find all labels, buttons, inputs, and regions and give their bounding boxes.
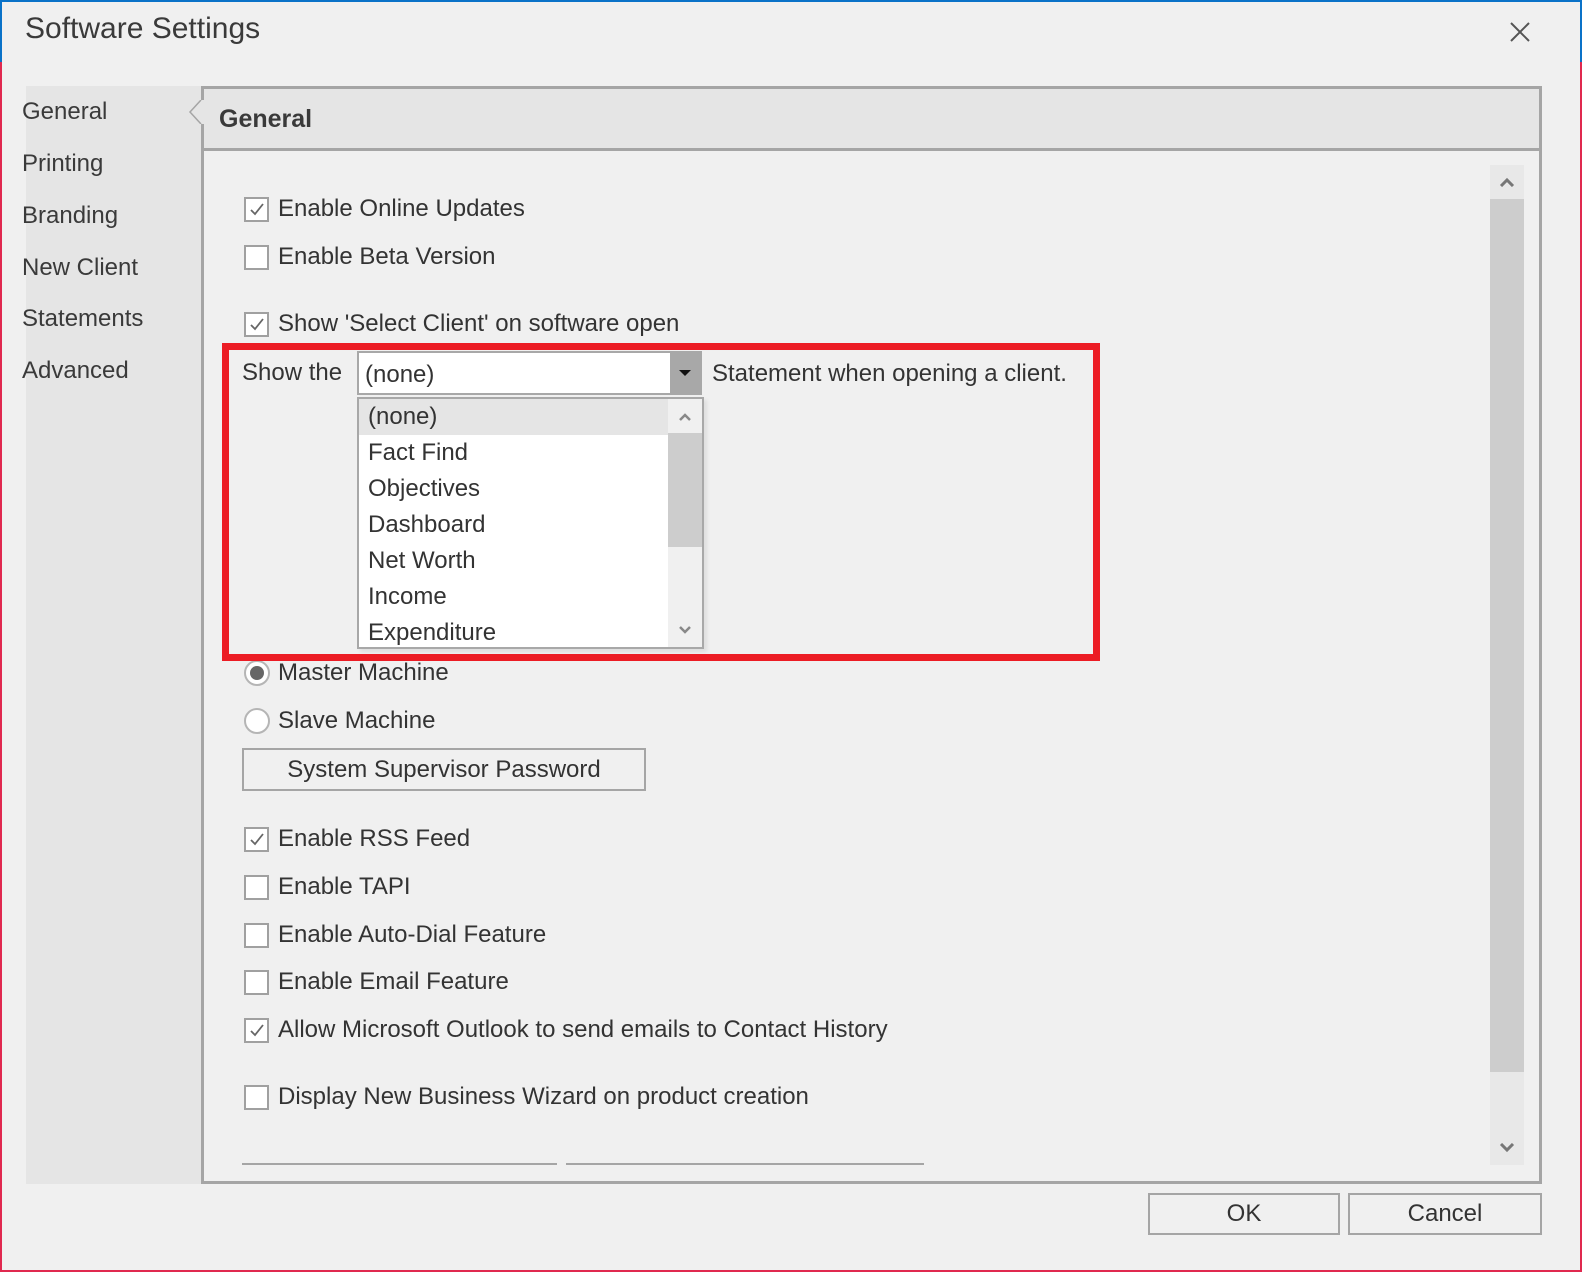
divider-line [242, 1163, 557, 1165]
master-machine-radio[interactable] [244, 660, 270, 686]
online-updates-label: Enable Online Updates [278, 195, 525, 222]
radio-selected-dot [250, 666, 264, 680]
online-updates-option[interactable]: Enable Online Updates [244, 195, 525, 223]
divider-line [566, 1163, 924, 1165]
sidebar-item-printing[interactable]: Printing [22, 150, 103, 178]
outlook-contact-history-option[interactable]: Allow Microsoft Outlook to send emails t… [244, 1016, 888, 1044]
dropdown-scroll-up-button[interactable] [668, 399, 702, 433]
rss-feed-option[interactable]: Enable RSS Feed [244, 825, 470, 853]
software-settings-dialog: Software Settings General Printing Brand… [0, 0, 1582, 1272]
window-border-top [0, 0, 1582, 2]
sidebar-item-new-client[interactable]: New Client [22, 254, 138, 282]
new-business-wizard-checkbox[interactable] [244, 1084, 269, 1110]
dropdown-option-objectives[interactable]: Objectives [359, 471, 670, 507]
window-border-left [0, 62, 2, 1272]
panel-title: General [219, 105, 313, 133]
close-button[interactable] [1500, 12, 1540, 52]
chevron-up-icon [679, 412, 691, 421]
slave-machine-radio[interactable] [244, 708, 270, 734]
scroll-thumb[interactable] [1490, 199, 1524, 1072]
sidebar-item-advanced[interactable]: Advanced [22, 357, 129, 385]
select-client-option[interactable]: Show 'Select Client' on software open [244, 310, 679, 338]
checkmark-icon [249, 1024, 264, 1037]
beta-version-label: Enable Beta Version [278, 243, 496, 270]
new-business-wizard-option[interactable]: Display New Business Wizard on product c… [244, 1083, 809, 1111]
sidebar-item-statements[interactable]: Statements [22, 305, 143, 333]
dropdown-option-dashboard[interactable]: Dashboard [359, 507, 670, 543]
new-business-wizard-label: Display New Business Wizard on product c… [278, 1083, 809, 1110]
dropdown-scrollbar[interactable] [668, 399, 702, 647]
scroll-up-button[interactable] [1490, 165, 1524, 199]
dropdown-option-none[interactable]: (none) [359, 399, 670, 435]
rss-feed-checkbox[interactable] [244, 826, 269, 852]
tapi-label: Enable TAPI [278, 873, 411, 900]
sidebar-item-general[interactable]: General [22, 98, 107, 126]
dropdown-option-net-worth[interactable]: Net Worth [359, 543, 670, 579]
master-machine-option[interactable]: Master Machine [244, 659, 449, 687]
panel-header: General [204, 89, 1539, 151]
window-border-left-accent [0, 0, 2, 62]
dropdown-scroll-thumb[interactable] [668, 433, 702, 547]
tapi-option[interactable]: Enable TAPI [244, 873, 411, 901]
window-title: Software Settings [25, 12, 261, 45]
slave-machine-label: Slave Machine [278, 707, 436, 734]
email-feature-label: Enable Email Feature [278, 968, 509, 995]
dropdown-option-income[interactable]: Income [359, 579, 670, 615]
auto-dial-option[interactable]: Enable Auto-Dial Feature [244, 921, 546, 949]
combobox-dropdown-button[interactable] [670, 353, 700, 393]
online-updates-checkbox[interactable] [244, 196, 269, 222]
cancel-button[interactable]: Cancel [1348, 1193, 1542, 1235]
rss-feed-label: Enable RSS Feed [278, 825, 471, 852]
settings-sidebar [26, 86, 202, 1184]
statement-dropdown-list[interactable]: (none) Fact Find Objectives Dashboard Ne… [357, 397, 704, 649]
statement-combobox-value: (none) [365, 361, 435, 388]
checkmark-icon [249, 318, 264, 331]
auto-dial-label: Enable Auto-Dial Feature [278, 921, 547, 948]
email-feature-option[interactable]: Enable Email Feature [244, 968, 509, 996]
select-client-label: Show 'Select Client' on software open [278, 310, 680, 337]
statement-prefix: Show the [242, 359, 343, 386]
email-feature-checkbox[interactable] [244, 969, 269, 995]
outlook-contact-history-checkbox[interactable] [244, 1017, 269, 1043]
panel-scrollbar[interactable] [1490, 165, 1524, 1165]
auto-dial-checkbox[interactable] [244, 922, 269, 948]
statement-suffix: Statement when opening a client. [712, 360, 1067, 387]
system-supervisor-password-button[interactable]: System Supervisor Password [242, 748, 646, 791]
checkmark-icon [249, 203, 264, 216]
caret-down-icon [679, 370, 691, 376]
active-section-pointer-icon [188, 100, 205, 124]
beta-version-checkbox[interactable] [244, 244, 269, 270]
beta-version-option[interactable]: Enable Beta Version [244, 243, 496, 271]
dropdown-option-expenditure[interactable]: Expenditure [359, 615, 670, 651]
select-client-checkbox[interactable] [244, 311, 269, 337]
chevron-up-icon [1499, 177, 1515, 187]
dropdown-option-fact-find[interactable]: Fact Find [359, 435, 670, 471]
dropdown-scroll-down-button[interactable] [668, 613, 702, 647]
chevron-down-icon [1499, 1143, 1515, 1153]
tapi-checkbox[interactable] [244, 874, 269, 900]
ok-button[interactable]: OK [1148, 1193, 1340, 1235]
checkmark-icon [249, 833, 264, 846]
scroll-down-button[interactable] [1490, 1131, 1524, 1165]
close-icon [1510, 22, 1530, 42]
chevron-down-icon [679, 625, 691, 634]
outlook-contact-history-label: Allow Microsoft Outlook to send emails t… [278, 1016, 888, 1043]
statement-combobox[interactable]: (none) [357, 351, 702, 395]
sidebar-item-branding[interactable]: Branding [22, 202, 118, 230]
slave-machine-option[interactable]: Slave Machine [244, 707, 435, 735]
master-machine-label: Master Machine [278, 659, 449, 686]
